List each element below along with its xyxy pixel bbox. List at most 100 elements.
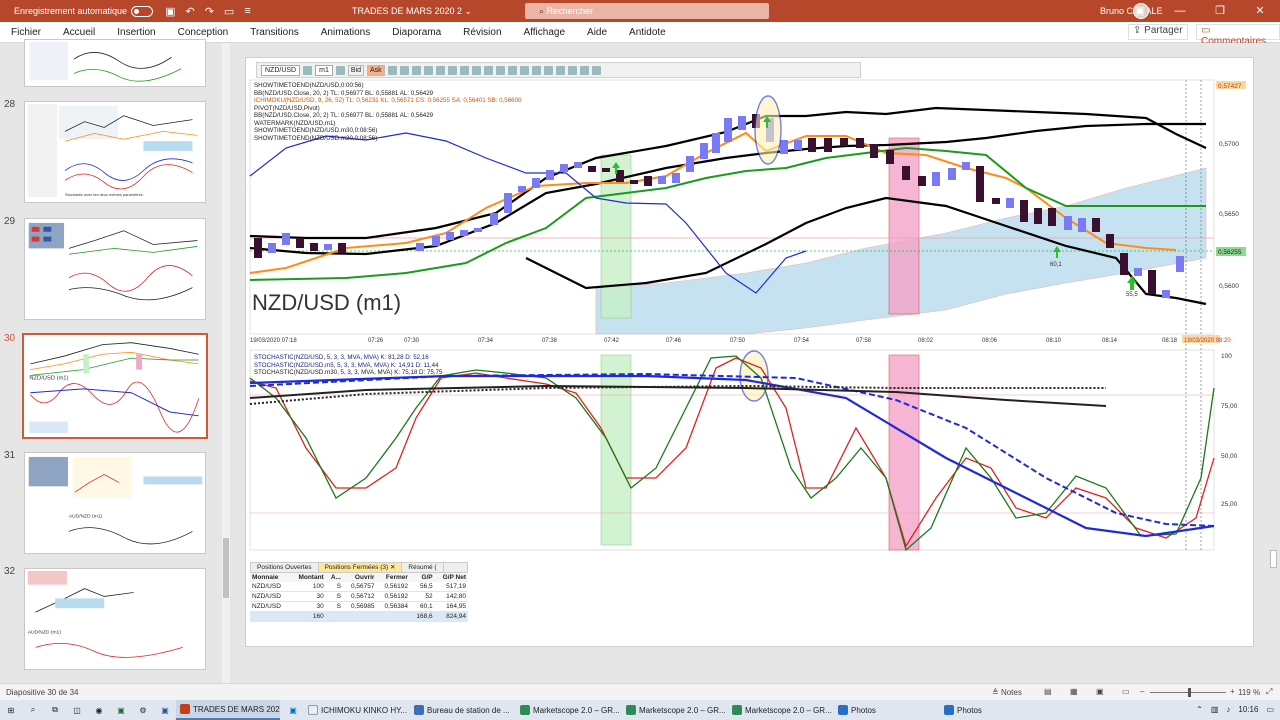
tab-conception[interactable]: Conception: [167, 27, 240, 38]
autosave-control[interactable]: Enregistrement automatique: [0, 5, 154, 17]
zoom-level[interactable]: 119 %: [1238, 688, 1260, 697]
zoom-in-icon[interactable]: +: [1230, 687, 1235, 696]
maximize-icon[interactable]: ❐: [1200, 0, 1240, 22]
marketscope-icon: [520, 705, 530, 715]
undo-icon[interactable]: ↶: [185, 5, 194, 18]
chrome-icon[interactable]: ◉: [88, 700, 110, 720]
search-icon[interactable]: ⌕: [22, 700, 44, 720]
slide-thumbnail[interactable]: [24, 218, 206, 320]
editor-scrollbar[interactable]: [1270, 550, 1277, 568]
volume-icon[interactable]: ♪: [1226, 705, 1230, 714]
chart-watermark: NZD/USD (m1): [252, 290, 402, 315]
comments-button[interactable]: ▭ Commentaires: [1196, 24, 1280, 47]
thumbnail-scrollbar[interactable]: [222, 43, 230, 683]
column-header[interactable]: Montant: [290, 573, 326, 582]
taskbar-app-trading-station[interactable]: Bureau de station de ...: [410, 700, 514, 720]
candle: [1006, 198, 1014, 208]
fit-slide-icon[interactable]: ⤢: [1266, 687, 1272, 697]
taskbar-app-photos[interactable]: Photos: [940, 700, 1044, 720]
status-bar: Diapositive 30 de 34 ≜ Notes ▤ ▦ ▣ ▭ – +…: [0, 683, 1280, 700]
zoom-out-icon[interactable]: –: [1140, 687, 1144, 696]
tab-diaporama[interactable]: Diaporama: [381, 27, 452, 38]
outlook-icon[interactable]: ▣: [282, 700, 304, 720]
tab-revision[interactable]: Révision: [452, 27, 512, 38]
tab-closed-positions[interactable]: Positions Fermées (3) ✕: [318, 563, 403, 572]
tab-open-positions[interactable]: Positions Ouvertes: [251, 563, 319, 572]
reading-view-icon[interactable]: ▣: [1096, 687, 1104, 696]
slide-number: 30: [4, 333, 16, 344]
tab-accueil[interactable]: Accueil: [52, 27, 106, 38]
clock[interactable]: 10:16: [1238, 705, 1258, 714]
tray-chevron-icon[interactable]: ⌃: [1196, 705, 1203, 714]
share-button[interactable]: ⇪ Partager: [1128, 24, 1188, 40]
slide-canvas[interactable]: NZD/USD m1 Bid Ask 60,1 55,5 0,5700 0,56…: [245, 57, 1254, 647]
start-icon[interactable]: ⊞: [0, 700, 22, 720]
tab-summary[interactable]: Résumé (: [402, 563, 444, 572]
column-header[interactable]: Ouvrir: [342, 573, 377, 582]
time-tick: 19/03/2020 07:18: [250, 338, 297, 344]
excel-icon[interactable]: ▣: [110, 700, 132, 720]
table-row[interactable]: NZD/USD 100 S 0,56757 0,56192 56,5 517,19: [250, 582, 468, 592]
slideshow-view-icon[interactable]: ▭: [1122, 687, 1130, 696]
price-tag-top-label: 0,57427: [1218, 83, 1242, 90]
stochastic-legend: STOCHASTIC(NZD/USD, 5, 3, 3, MVA, MVA) K…: [254, 354, 442, 377]
tab-affichage[interactable]: Affichage: [513, 27, 577, 38]
taskbar: ⊞ ⌕ ⧉ ◫ ◉ ▣ ⚙ ▣ TRADES DE MARS 202... ▣ …: [0, 700, 1280, 720]
taskbar-app-marketscope[interactable]: Marketscope 2.0 – GR...: [728, 700, 832, 720]
sell-zone-stoch: [888, 354, 920, 551]
candle: [490, 213, 498, 225]
task-view-icon[interactable]: ⧉: [44, 700, 66, 720]
candle: [794, 140, 802, 150]
column-header[interactable]: Fermer: [376, 573, 410, 582]
notification-icon[interactable]: ▭: [1266, 705, 1274, 714]
candle: [296, 238, 304, 248]
column-header[interactable]: A...: [325, 573, 343, 582]
search-icon: ⌕: [539, 6, 545, 16]
taskbar-app-chrome[interactable]: ICHIMOKU KINKO HY...: [304, 700, 408, 720]
notes-button[interactable]: ≜ Notes: [992, 688, 1022, 697]
slideshow-icon[interactable]: ▭: [224, 5, 234, 18]
taskbar-app-marketscope[interactable]: Marketscope 2.0 – GR...: [516, 700, 620, 720]
tab-insertion[interactable]: Insertion: [106, 27, 166, 38]
column-header[interactable]: G/P: [409, 573, 435, 582]
tab-antidote[interactable]: Antidote: [618, 27, 677, 38]
column-header[interactable]: G/P Net: [434, 573, 468, 582]
word-icon[interactable]: ▣: [154, 700, 176, 720]
normal-view-icon[interactable]: ▤: [1044, 687, 1052, 696]
table-row[interactable]: NZD/USD 30 S 0,56985 0,56384 60,1 164,95: [250, 601, 468, 612]
customize-qat-icon[interactable]: ≡: [244, 5, 250, 18]
minimize-icon[interactable]: —: [1160, 0, 1200, 22]
buy-zone-stoch: [600, 354, 632, 546]
slide-thumbnail-selected[interactable]: NZD/USD (m1): [22, 333, 208, 439]
tab-animations[interactable]: Animations: [310, 27, 381, 38]
column-header[interactable]: Monnaie: [250, 573, 291, 582]
candle: [992, 198, 1000, 204]
search-input[interactable]: ⌕ Rechercher: [525, 3, 769, 19]
taskbar-app-powerpoint[interactable]: TRADES DE MARS 202...: [176, 700, 280, 720]
table-row[interactable]: NZD/USD 30 S 0,56712 0,56192 52 142,80: [250, 591, 468, 602]
legend-line: STOCHASTIC(NZD/USD.m30, 5, 3, 3, MVA, MV…: [254, 369, 443, 376]
document-title[interactable]: TRADES DE MARS 2020 2 ⌄: [352, 6, 472, 17]
slide-thumbnail[interactable]: AUD/NZD (m1): [24, 452, 206, 554]
redo-icon[interactable]: ↷: [205, 5, 214, 18]
sorter-view-icon[interactable]: ▦: [1070, 687, 1078, 696]
network-icon[interactable]: ▥: [1211, 705, 1219, 714]
candle: [1078, 218, 1086, 232]
save-icon[interactable]: ▣: [165, 5, 175, 18]
slide-thumbnail[interactable]: [24, 39, 206, 87]
candle: [948, 168, 956, 180]
autosave-toggle[interactable]: [131, 5, 154, 17]
ribbon-display-icon[interactable]: ▣: [1120, 0, 1160, 22]
store-icon[interactable]: ◫: [66, 700, 88, 720]
settings-icon[interactable]: ⚙: [132, 700, 154, 720]
zoom-slider[interactable]: [1150, 688, 1226, 697]
taskbar-app-marketscope[interactable]: Marketscope 2.0 – GR...: [622, 700, 726, 720]
slide-thumbnail[interactable]: AUD/NZD (m1): [24, 568, 206, 670]
taskbar-app-photos[interactable]: Photos: [834, 700, 938, 720]
tab-fichier[interactable]: Fichier: [0, 27, 52, 38]
close-icon[interactable]: ✕: [1240, 0, 1280, 22]
slide-thumbnail[interactable]: Stochastic avec les deux mêmes paramètre…: [24, 101, 206, 203]
marketscope-icon: [732, 705, 742, 715]
tab-aide[interactable]: Aide: [576, 27, 618, 38]
tab-transitions[interactable]: Transitions: [239, 27, 310, 38]
